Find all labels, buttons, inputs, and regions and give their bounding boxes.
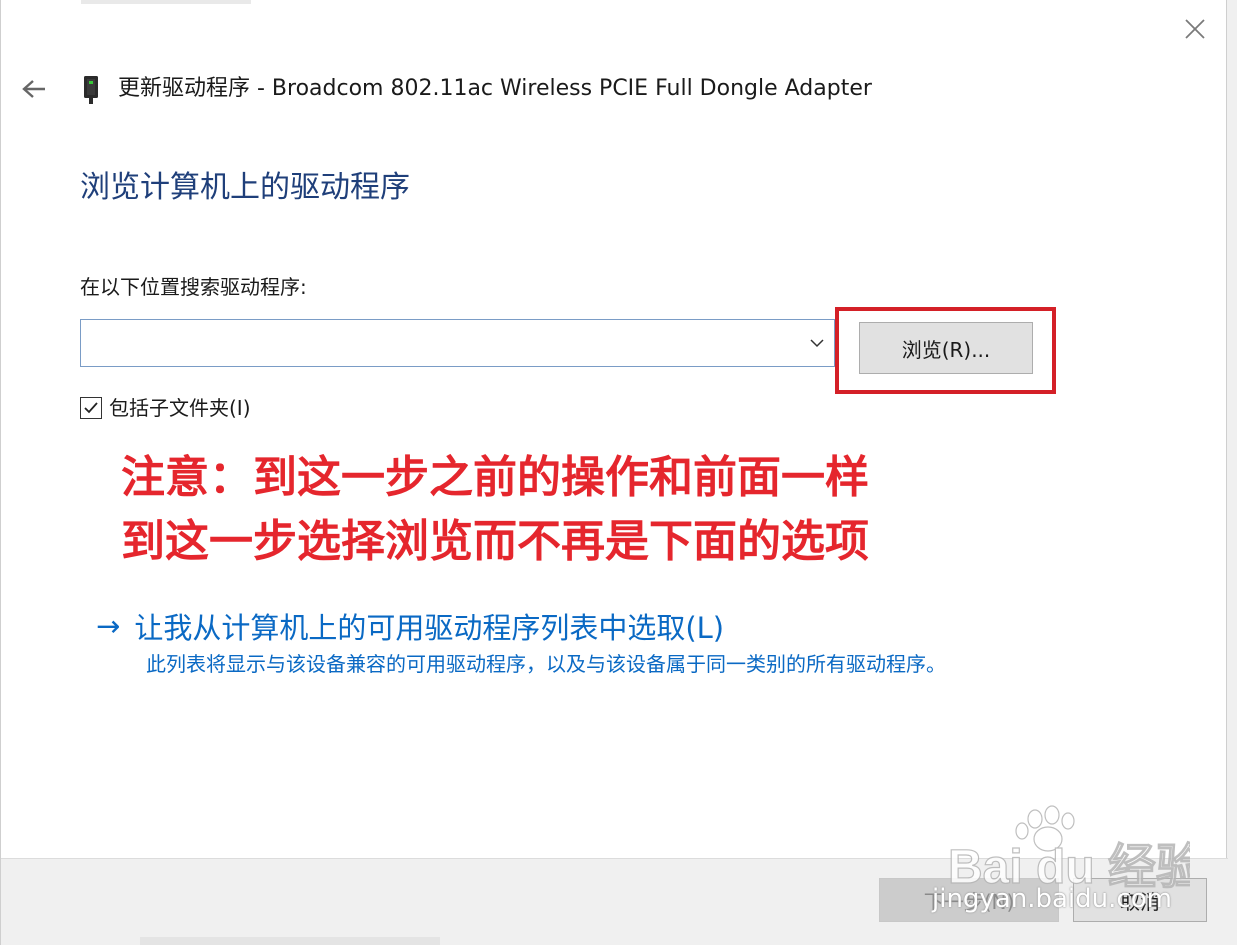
cancel-button[interactable]: 取消: [1073, 878, 1207, 922]
annotation-line-1: 注意：到这一步之前的操作和前面一样: [121, 452, 869, 503]
checkmark-icon: [84, 402, 98, 414]
search-location-label: 在以下位置搜索驱动程序:: [80, 275, 307, 299]
page-heading: 浏览计算机上的驱动程序: [80, 170, 410, 205]
network-adapter-icon: [84, 76, 98, 104]
highlight-box: [835, 307, 1056, 394]
include-subfolders-checkbox-row[interactable]: 包括子文件夹(I): [80, 393, 251, 423]
pick-driver-from-list-label: 让我从计算机上的可用驱动程序列表中选取(L): [134, 611, 725, 645]
next-button[interactable]: 下一步(N): [879, 878, 1059, 922]
include-subfolders-checkbox[interactable]: [80, 397, 102, 419]
arrow-right-icon: →: [96, 609, 121, 643]
annotation-line-2: 到这一步选择浏览而不再是下面的选项: [121, 516, 869, 567]
include-subfolders-label: 包括子文件夹(I): [109, 396, 251, 420]
background-window-strip: [140, 937, 440, 945]
close-icon: [1185, 19, 1205, 39]
search-location-combobox[interactable]: [80, 319, 835, 367]
dialog-window: 更新驱动程序 - Broadcom 802.11ac Wireless PCIE…: [0, 0, 1228, 945]
background-strip: [81, 0, 251, 4]
back-button[interactable]: [15, 74, 53, 104]
arrow-left-icon: [22, 80, 45, 98]
chevron-down-icon: [810, 339, 824, 348]
close-button[interactable]: [1178, 12, 1212, 46]
pick-driver-description: 此列表将显示与该设备兼容的可用驱动程序，以及与该设备属于同一类别的所有驱动程序。: [146, 652, 946, 676]
window-title: 更新驱动程序 - Broadcom 802.11ac Wireless PCIE…: [118, 76, 872, 101]
pick-driver-from-list-link[interactable]: → 让我从计算机上的可用驱动程序列表中选取(L): [96, 606, 724, 646]
combobox-dropdown-button[interactable]: [806, 332, 828, 354]
search-location-input[interactable]: [87, 326, 806, 362]
annotation-note: 注意：到这一步之前的操作和前面一样 到这一步选择浏览而不再是下面的选项: [121, 446, 981, 574]
